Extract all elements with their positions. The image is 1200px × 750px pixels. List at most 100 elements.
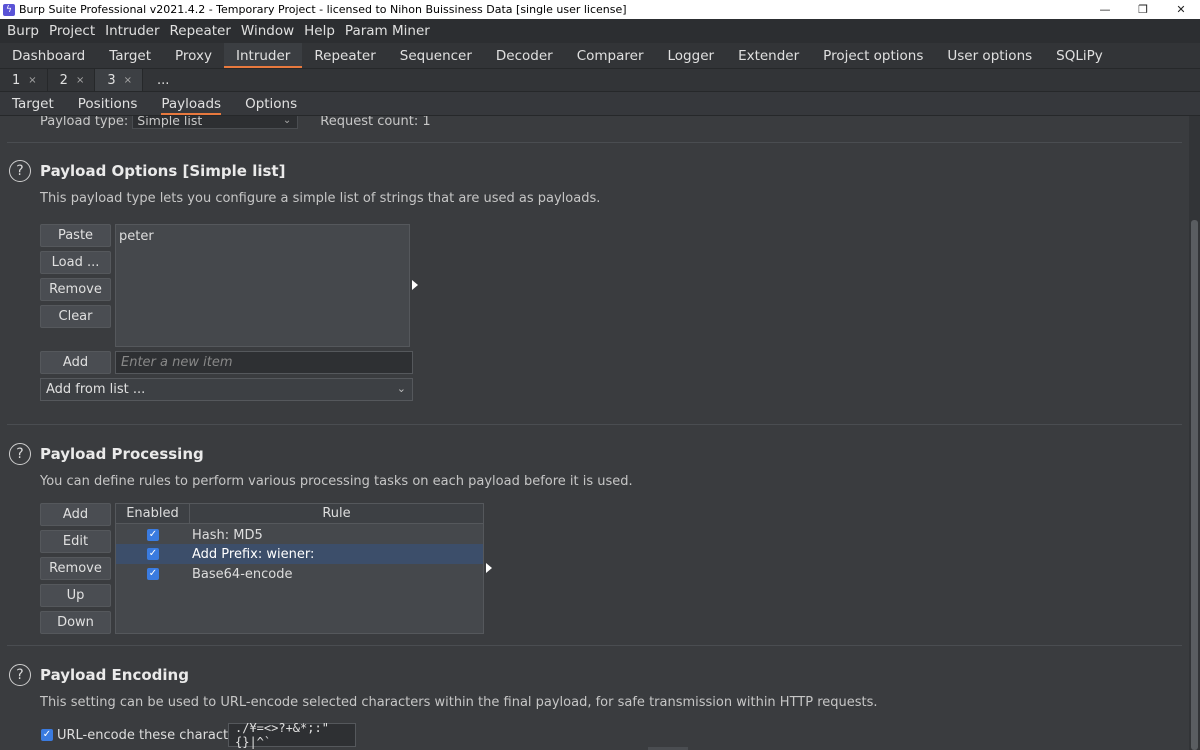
- payload-list[interactable]: peter: [115, 224, 410, 347]
- url-encode-characters-input[interactable]: ./¥=<>?+&*;:"{}|^`: [228, 721, 356, 749]
- menu-param-miner[interactable]: Param Miner: [340, 23, 435, 39]
- tab-dashboard[interactable]: Dashboard: [0, 43, 97, 68]
- tab-positions[interactable]: Positions: [66, 92, 150, 115]
- menu-burp[interactable]: Burp: [2, 23, 44, 39]
- menu-repeater[interactable]: Repeater: [165, 23, 236, 39]
- scrollbar-thumb[interactable]: [1191, 220, 1198, 750]
- rule-cell: Hash: MD5: [192, 527, 263, 543]
- column-rule[interactable]: Rule: [190, 504, 483, 523]
- remove-button[interactable]: Remove: [40, 278, 111, 301]
- rule-cell: Add Prefix: wiener:: [192, 546, 315, 562]
- remove-rule-button[interactable]: Remove: [40, 557, 111, 580]
- list-item[interactable]: peter: [119, 229, 154, 244]
- tab-target[interactable]: Target: [97, 43, 163, 68]
- new-item-input[interactable]: [115, 351, 413, 374]
- chevron-down-icon: ⌄: [282, 116, 292, 126]
- menu-bar: Burp Project Intruder Repeater Window He…: [0, 19, 1200, 43]
- menu-help[interactable]: Help: [299, 23, 340, 39]
- tab-repeater[interactable]: Repeater: [302, 43, 387, 68]
- url-encode-checkbox[interactable]: ✓: [41, 729, 53, 741]
- attack-tab-label: 3: [107, 72, 116, 88]
- attack-tab-label: 1: [12, 72, 21, 88]
- help-icon[interactable]: ?: [9, 160, 31, 182]
- payload-type-select[interactable]: Simple list ⌄: [132, 116, 299, 129]
- table-row[interactable]: ✓ Base64-encode: [116, 564, 483, 584]
- close-button[interactable]: ✕: [1162, 0, 1200, 19]
- main-tabs: Dashboard Target Proxy Intruder Repeater…: [0, 43, 1200, 69]
- add-from-list-label: Add from list ...: [46, 382, 146, 397]
- payload-encoding-title: Payload Encoding: [40, 666, 189, 684]
- add-rule-button[interactable]: Add: [40, 503, 111, 526]
- divider: [7, 142, 1182, 143]
- chevron-down-icon: ⌄: [396, 382, 406, 395]
- tab-sqlipy[interactable]: SQLiPy: [1044, 43, 1115, 68]
- tab-target-section[interactable]: Target: [0, 92, 66, 115]
- move-up-button[interactable]: Up: [40, 584, 111, 607]
- paste-button[interactable]: Paste: [40, 224, 111, 247]
- payload-type-value: Simple list: [137, 116, 203, 128]
- tab-proxy[interactable]: Proxy: [163, 43, 224, 68]
- tab-intruder[interactable]: Intruder: [224, 43, 303, 68]
- enabled-checkbox[interactable]: ✓: [147, 529, 159, 541]
- payload-options-description: This payload type lets you configure a s…: [40, 191, 601, 206]
- attack-tabs: 1 × 2 × 3 × ...: [0, 69, 1200, 92]
- divider: [7, 645, 1182, 646]
- url-encode-option[interactable]: ✓ URL-encode these characters:: [41, 724, 253, 746]
- table-row[interactable]: ✓ Hash: MD5: [116, 525, 483, 545]
- attack-tab-2[interactable]: 2 ×: [48, 69, 96, 91]
- splitter-arrow-icon[interactable]: [486, 563, 492, 573]
- attack-tab-3[interactable]: 3 ×: [95, 69, 144, 91]
- tab-comparer[interactable]: Comparer: [565, 43, 656, 68]
- close-icon[interactable]: ×: [28, 75, 36, 86]
- tab-logger[interactable]: Logger: [656, 43, 727, 68]
- payload-type-row: Payload type: Simple list ⌄ Request coun…: [40, 116, 431, 130]
- tab-options[interactable]: Options: [233, 92, 309, 115]
- splitter-arrow-icon[interactable]: [412, 280, 418, 290]
- tab-user-options[interactable]: User options: [935, 43, 1044, 68]
- divider: [7, 424, 1182, 425]
- window-title: Burp Suite Professional v2021.4.2 - Temp…: [19, 3, 627, 16]
- tab-payloads[interactable]: Payloads: [149, 92, 233, 115]
- enabled-checkbox[interactable]: ✓: [147, 568, 159, 580]
- enabled-checkbox[interactable]: ✓: [147, 548, 159, 560]
- attack-tab-1[interactable]: 1 ×: [0, 69, 48, 91]
- table-row[interactable]: ✓ Add Prefix: wiener:: [116, 544, 483, 564]
- tab-sequencer[interactable]: Sequencer: [388, 43, 484, 68]
- close-icon[interactable]: ×: [124, 75, 132, 86]
- attack-tab-label: 2: [59, 72, 68, 88]
- edit-rule-button[interactable]: Edit: [40, 530, 111, 553]
- menu-intruder[interactable]: Intruder: [100, 23, 164, 39]
- move-down-button[interactable]: Down: [40, 611, 111, 634]
- tab-decoder[interactable]: Decoder: [484, 43, 565, 68]
- payloads-panel: Payload type: Simple list ⌄ Request coun…: [0, 116, 1189, 750]
- help-icon[interactable]: ?: [9, 664, 31, 686]
- tab-extender[interactable]: Extender: [726, 43, 811, 68]
- column-enabled[interactable]: Enabled: [116, 504, 190, 523]
- table-header: Enabled Rule: [116, 504, 483, 524]
- help-icon[interactable]: ?: [9, 443, 31, 465]
- menu-project[interactable]: Project: [44, 23, 100, 39]
- restore-button[interactable]: ❐: [1124, 0, 1162, 19]
- menu-window[interactable]: Window: [236, 23, 299, 39]
- payload-options-title: Payload Options [Simple list]: [40, 162, 286, 180]
- new-tab-button[interactable]: ...: [143, 69, 183, 91]
- payload-processing-title: Payload Processing: [40, 445, 204, 463]
- add-from-list-select[interactable]: Add from list ... ⌄: [40, 378, 413, 401]
- url-encode-label: URL-encode these characters:: [57, 727, 253, 743]
- payload-encoding-description: This setting can be used to URL-encode s…: [40, 695, 878, 710]
- title-bar: ϟ Burp Suite Professional v2021.4.2 - Te…: [0, 0, 1200, 19]
- minimize-button[interactable]: —: [1086, 0, 1124, 19]
- section-tabs: Target Positions Payloads Options: [0, 92, 1200, 116]
- payload-processing-description: You can define rules to perform various …: [40, 474, 633, 489]
- burp-logo-icon: ϟ: [3, 3, 15, 16]
- vertical-scrollbar[interactable]: [1189, 116, 1200, 750]
- window-controls: — ❐ ✕: [1086, 0, 1200, 19]
- clear-button[interactable]: Clear: [40, 305, 111, 328]
- request-count: Request count: 1: [320, 116, 431, 129]
- payload-type-label: Payload type:: [40, 116, 129, 129]
- rule-cell: Base64-encode: [192, 566, 293, 582]
- load-button[interactable]: Load ...: [40, 251, 111, 274]
- close-icon[interactable]: ×: [76, 75, 84, 86]
- tab-project-options[interactable]: Project options: [811, 43, 935, 68]
- add-button[interactable]: Add: [40, 351, 111, 374]
